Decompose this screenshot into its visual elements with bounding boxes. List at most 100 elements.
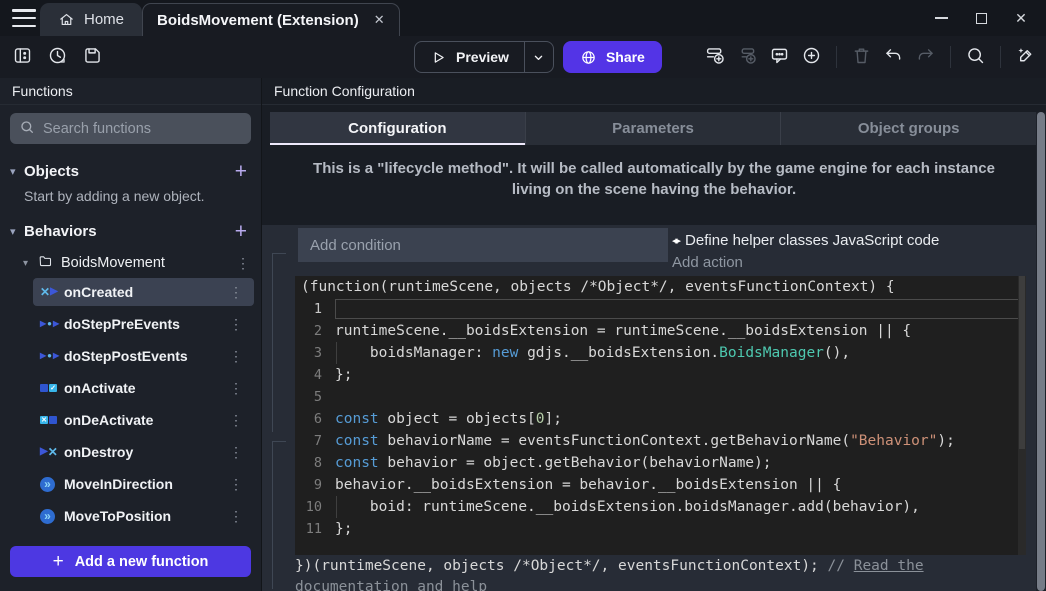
share-button[interactable]: Share xyxy=(563,41,662,73)
share-label: Share xyxy=(606,49,645,65)
code-line-9: 9behavior.__boidsExtension = behavior.__… xyxy=(295,474,1026,496)
collapse-arrow-icon[interactable]: ▾ xyxy=(10,225,24,238)
code-line-8: 8const behavior = object.getBehavior(beh… xyxy=(295,452,1026,474)
project-panels-button[interactable] xyxy=(8,43,37,72)
globe-icon xyxy=(580,49,597,66)
function-item-onDeActivate[interactable]: ✕onDeActivate⋮ xyxy=(33,406,254,434)
function-item-onActivate[interactable]: ✓onActivate⋮ xyxy=(33,374,254,402)
preview-button[interactable]: Preview xyxy=(414,41,554,73)
function-list: ✕▶onCreated⋮ ▶●▶doStepPreEvents⋮ ▶●▶doStep… xyxy=(0,278,261,534)
history-button[interactable] xyxy=(43,43,72,72)
objects-section-header[interactable]: ▾ Objects + xyxy=(0,157,261,185)
code-line-6: 6const object = objects[0]; xyxy=(295,408,1026,430)
trash-icon xyxy=(851,45,872,69)
context-menu-icon[interactable]: ⋮ xyxy=(223,316,254,333)
functions-panel-header: Functions xyxy=(0,78,261,105)
function-item-onCreated[interactable]: ✕▶onCreated⋮ xyxy=(33,278,254,306)
context-menu-icon[interactable]: ⋮ xyxy=(223,348,254,365)
add-behavior-button[interactable]: + xyxy=(231,221,251,242)
code-line-10: 10 boid: runtimeScene.__boidsExtension.b… xyxy=(295,496,1026,518)
gdevelop-window: Home BoidsMovement (Extension) ✕ ✕ Previ… xyxy=(0,0,1046,591)
event-drag-handle[interactable] xyxy=(272,253,273,432)
js-event-title[interactable]: ◂▸ Define helper classes JavaScript code xyxy=(672,232,1032,249)
undo-button[interactable] xyxy=(879,43,908,72)
context-menu-icon[interactable]: ⋮ xyxy=(223,476,254,493)
line-number: 8 xyxy=(295,452,335,474)
events-editor: Add condition ◂▸ Define helper classes J… xyxy=(262,225,1036,591)
tab-boidsmovement-extension[interactable]: BoidsMovement (Extension) ✕ xyxy=(142,3,400,36)
activate-toggle-icon: ✓ xyxy=(40,384,64,392)
function-item-doStepPostEvents[interactable]: ▶●▶doStepPostEvents⋮ xyxy=(33,342,254,370)
code-line-3: 3 boidsManager: new gdjs.__boidsExtensio… xyxy=(295,342,1026,364)
toolbar-divider xyxy=(950,46,951,68)
add-condition-button[interactable]: Add condition xyxy=(298,228,668,262)
function-item-onDestroy[interactable]: ▶✕onDestroy⋮ xyxy=(33,438,254,466)
editor-scrollbar[interactable] xyxy=(1018,276,1026,555)
config-tabbar: ConfigurationParametersObject groups xyxy=(270,112,1036,145)
close-window-button[interactable]: ✕ xyxy=(1006,4,1036,32)
objects-empty-text: Start by adding a new object. xyxy=(0,185,261,204)
add-object-button[interactable]: + xyxy=(231,161,251,182)
maximize-button[interactable] xyxy=(966,4,996,32)
search-functions-input[interactable] xyxy=(43,121,242,137)
function-item-MoveInDirection[interactable]: »MoveInDirection⋮ xyxy=(33,470,254,498)
search-functions-box[interactable] xyxy=(10,113,251,144)
context-menu-icon[interactable]: ⋮ xyxy=(223,380,254,397)
tab-home[interactable]: Home xyxy=(40,3,142,36)
on-created-icon: ✕▶ xyxy=(40,286,64,298)
title-bar: Home BoidsMovement (Extension) ✕ ✕ xyxy=(0,0,1046,36)
search-icon xyxy=(965,45,986,69)
add-event-button[interactable] xyxy=(701,43,730,72)
chevron-down-icon[interactable] xyxy=(525,50,553,65)
save-icon xyxy=(82,45,103,69)
line-number: 10 xyxy=(295,496,335,518)
save-button[interactable] xyxy=(78,43,107,72)
code-event-icon: ◂▸ xyxy=(672,234,679,247)
context-menu-icon[interactable]: ⋮ xyxy=(223,412,254,429)
window-tabs: Home BoidsMovement (Extension) ✕ xyxy=(40,3,400,36)
context-menu-icon[interactable]: ⋮ xyxy=(223,444,254,461)
destroy-icon: ▶✕ xyxy=(40,446,64,458)
menu-icon[interactable] xyxy=(12,9,36,27)
tab-object-groups[interactable]: Object groups xyxy=(780,112,1036,145)
line-number: 2 xyxy=(295,320,335,342)
line-number: 4 xyxy=(295,364,335,386)
toolbar-left-group xyxy=(8,43,107,72)
collapse-arrow-icon[interactable]: ▾ xyxy=(10,165,24,178)
tab-parameters[interactable]: Parameters xyxy=(525,112,781,145)
scrollbar-thumb[interactable] xyxy=(1037,112,1045,591)
step-events-icon: ▶●▶ xyxy=(40,320,64,328)
add-action-button[interactable]: Add action xyxy=(672,254,1032,271)
code-line-11: 11}; xyxy=(295,518,1026,540)
line-number: 11 xyxy=(295,518,335,540)
gear-function-icon: » xyxy=(40,509,64,524)
js-code-editor[interactable]: (function(runtimeScene, objects /*Object… xyxy=(295,276,1026,555)
tab-boidsmovement-label: BoidsMovement (Extension) xyxy=(157,12,359,29)
line-number: 6 xyxy=(295,408,335,430)
collapse-arrow-icon[interactable]: ▾ xyxy=(23,258,38,269)
context-menu-icon[interactable]: ⋮ xyxy=(223,284,254,301)
add-event-icon xyxy=(705,45,726,69)
folder-icon xyxy=(38,254,61,272)
context-menu-icon[interactable]: ⋮ xyxy=(223,508,254,525)
panel-scrollbar[interactable] xyxy=(1036,112,1046,591)
behavior-group-boidsmovement[interactable]: ▾ BoidsMovement ⋮ xyxy=(0,250,261,276)
add-comment-button[interactable] xyxy=(765,43,794,72)
minimize-button[interactable] xyxy=(926,4,956,32)
add-function-button[interactable]: + Add a new function xyxy=(10,546,251,577)
add-subevent-button xyxy=(733,43,762,72)
code-line-1: 1 xyxy=(295,298,1026,320)
behaviors-section-header[interactable]: ▾ Behaviors + xyxy=(0,217,261,245)
function-item-doStepPreEvents[interactable]: ▶●▶doStepPreEvents⋮ xyxy=(33,310,254,338)
add-circle-button[interactable] xyxy=(797,43,826,72)
edit-extension-button[interactable] xyxy=(1011,43,1040,72)
toolbar-divider xyxy=(836,46,837,68)
trash-button xyxy=(847,43,876,72)
event-drag-handle[interactable] xyxy=(272,441,273,589)
tab-configuration[interactable]: Configuration xyxy=(270,112,525,145)
redo-icon xyxy=(915,45,936,69)
close-tab-icon[interactable]: ✕ xyxy=(374,12,385,28)
function-item-MoveToPosition[interactable]: »MoveToPosition⋮ xyxy=(33,502,254,530)
search-button[interactable] xyxy=(961,43,990,72)
context-menu-icon[interactable]: ⋮ xyxy=(230,255,261,272)
